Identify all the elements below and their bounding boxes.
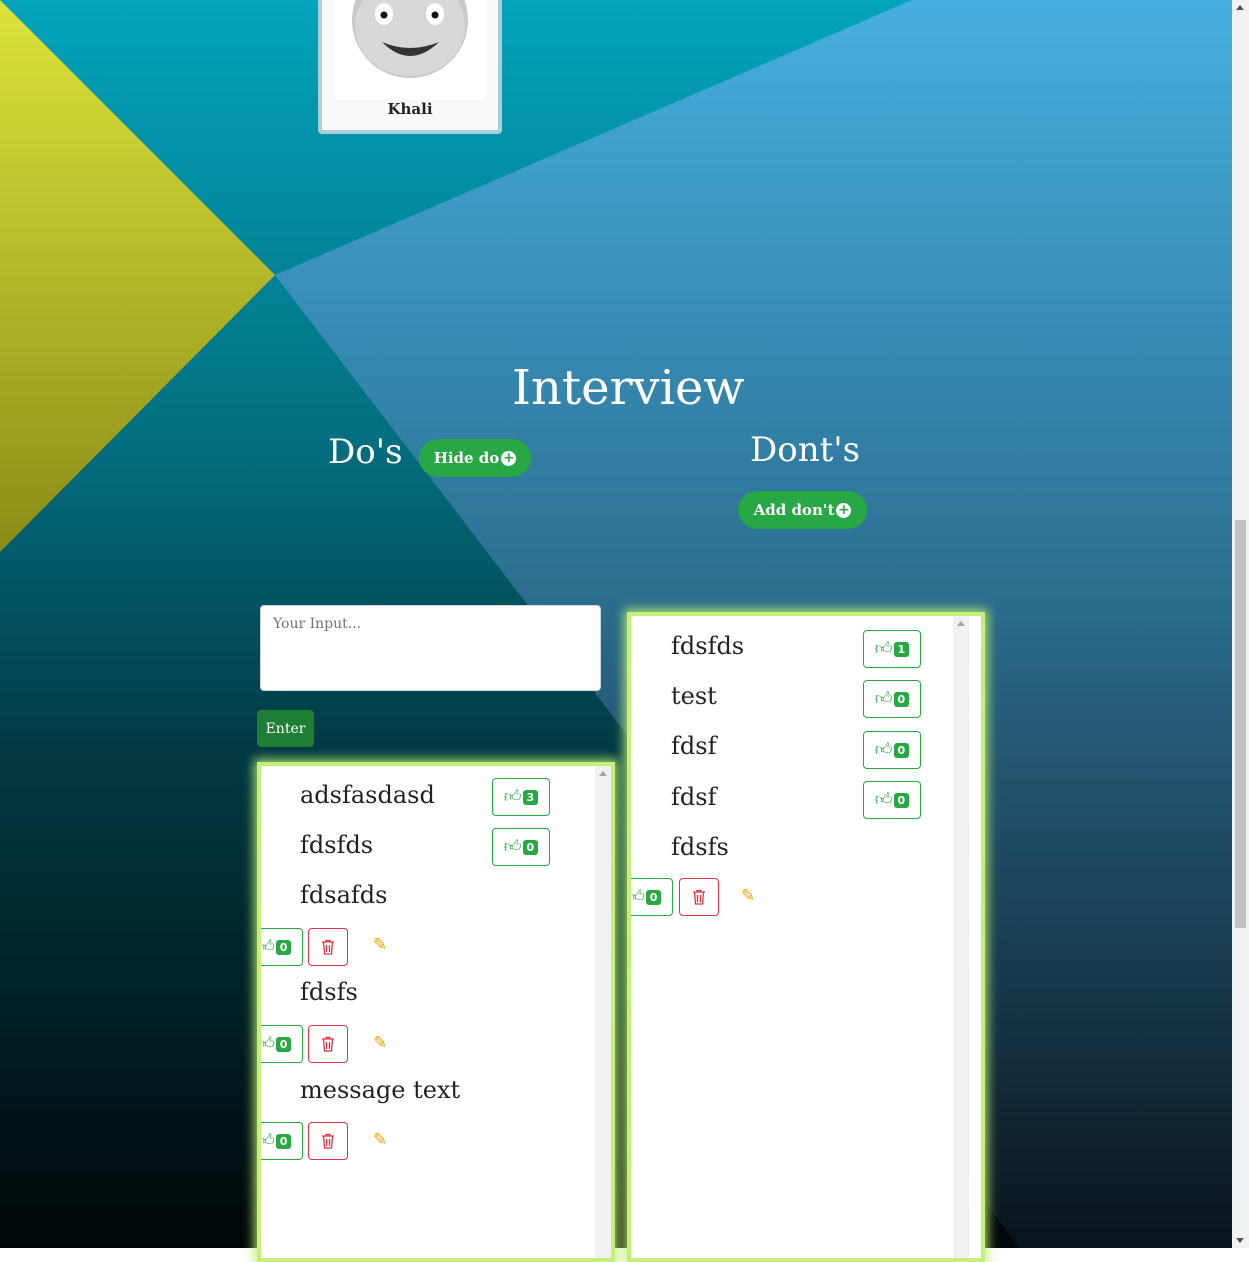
- avatar: [335, 0, 485, 100]
- like-button[interactable]: 👍︎ 1: [863, 630, 921, 668]
- like-count: 0: [275, 939, 292, 955]
- thumbs-up-icon: 👍︎: [874, 789, 893, 810]
- like-button[interactable]: 👍︎ 0: [257, 1122, 303, 1160]
- like-button[interactable]: 👍︎ 0: [863, 731, 921, 769]
- profile-card[interactable]: Khali: [318, 0, 502, 134]
- like-button[interactable]: 👍︎ 3: [492, 778, 550, 816]
- add-dont-button[interactable]: Add don't +: [738, 491, 867, 529]
- like-button[interactable]: 👍︎ 0: [492, 828, 550, 866]
- like-count: 0: [275, 1133, 292, 1149]
- like-count: 0: [893, 691, 910, 707]
- scroll-down-arrow[interactable]: [1236, 1238, 1244, 1243]
- edit-icon[interactable]: ✎: [739, 887, 757, 905]
- list-item: fdsfs: [300, 978, 358, 1006]
- dos-input[interactable]: Your Input...: [260, 605, 601, 691]
- add-dont-label: Add don't: [753, 501, 835, 519]
- trash-icon: [322, 1133, 334, 1149]
- background: [0, 0, 1232, 1248]
- profile-name: Khali: [387, 100, 433, 118]
- donts-list-scrollbar[interactable]: [953, 616, 969, 1258]
- list-item: message text: [300, 1076, 461, 1104]
- delete-button[interactable]: [308, 1025, 348, 1063]
- list-item: fdsfds: [671, 632, 745, 660]
- thumbs-up-icon: 👍︎: [257, 1130, 275, 1151]
- like-button[interactable]: 👍︎ 0: [863, 680, 921, 718]
- trash-icon: [322, 939, 334, 955]
- like-count: 0: [645, 889, 662, 905]
- like-button[interactable]: 👍︎ 0: [627, 878, 673, 916]
- scroll-up-arrow[interactable]: [1236, 5, 1244, 10]
- list-item: fdsafds: [300, 881, 388, 909]
- trash-icon: [322, 1036, 334, 1052]
- plus-circle-icon: +: [836, 502, 852, 518]
- dos-input-placeholder: Your Input...: [273, 616, 362, 632]
- like-count: 0: [522, 839, 539, 855]
- page-scrollbar[interactable]: [1232, 0, 1249, 1248]
- dos-heading: Do's: [328, 432, 403, 472]
- like-count: 0: [893, 792, 910, 808]
- plus-circle-icon: +: [501, 450, 517, 466]
- scrollbar-thumb[interactable]: [1235, 520, 1246, 928]
- list-item: fdsfds: [300, 831, 374, 859]
- edit-icon[interactable]: ✎: [371, 1034, 389, 1052]
- dos-list-scrollbar[interactable]: [595, 766, 611, 1258]
- delete-button[interactable]: [308, 1122, 348, 1160]
- like-count: 3: [522, 789, 539, 805]
- hide-do-button[interactable]: Hide do +: [419, 439, 531, 477]
- thumbs-up-icon: 👍︎: [874, 688, 893, 709]
- like-button[interactable]: 👍︎ 0: [257, 928, 303, 966]
- list-item: fdsfs: [671, 833, 729, 861]
- like-count: 0: [893, 742, 910, 758]
- list-item: adsfasdasd: [300, 781, 435, 809]
- list-item: test: [671, 682, 717, 710]
- hide-do-label: Hide do: [433, 449, 500, 467]
- thumbs-up-icon: 👍︎: [257, 936, 275, 957]
- list-item: fdsf: [671, 732, 717, 760]
- thumbs-up-icon: 👍︎: [874, 638, 893, 659]
- thumbs-up-icon: 👍︎: [503, 786, 522, 807]
- edit-icon[interactable]: ✎: [371, 936, 389, 954]
- trash-icon: [693, 889, 705, 905]
- thumbs-up-icon: 👍︎: [874, 739, 893, 760]
- thumbs-up-icon: 👍︎: [627, 886, 645, 907]
- enter-button[interactable]: Enter: [257, 710, 314, 747]
- donts-list[interactable]: fdsfds 👍︎ 1 test 👍︎ 0 fdsf 👍︎ 0 fdsf 👍︎ …: [627, 612, 985, 1262]
- like-button[interactable]: 👍︎ 0: [257, 1025, 303, 1063]
- page-title: Interview: [512, 360, 745, 416]
- donts-heading: Dont's: [750, 430, 861, 470]
- delete-button[interactable]: [308, 928, 348, 966]
- edit-icon[interactable]: ✎: [371, 1131, 389, 1149]
- thumbs-up-icon: 👍︎: [257, 1033, 275, 1054]
- like-count: 1: [893, 641, 910, 657]
- dos-list[interactable]: adsfasdasd 👍︎ 3 fdsfds 👍︎ 0 fdsafds 👍︎ 0…: [257, 762, 615, 1262]
- like-count: 0: [275, 1036, 292, 1052]
- delete-button[interactable]: [679, 878, 719, 916]
- thumbs-up-icon: 👍︎: [503, 836, 522, 857]
- list-item: fdsf: [671, 783, 717, 811]
- like-button[interactable]: 👍︎ 0: [863, 781, 921, 819]
